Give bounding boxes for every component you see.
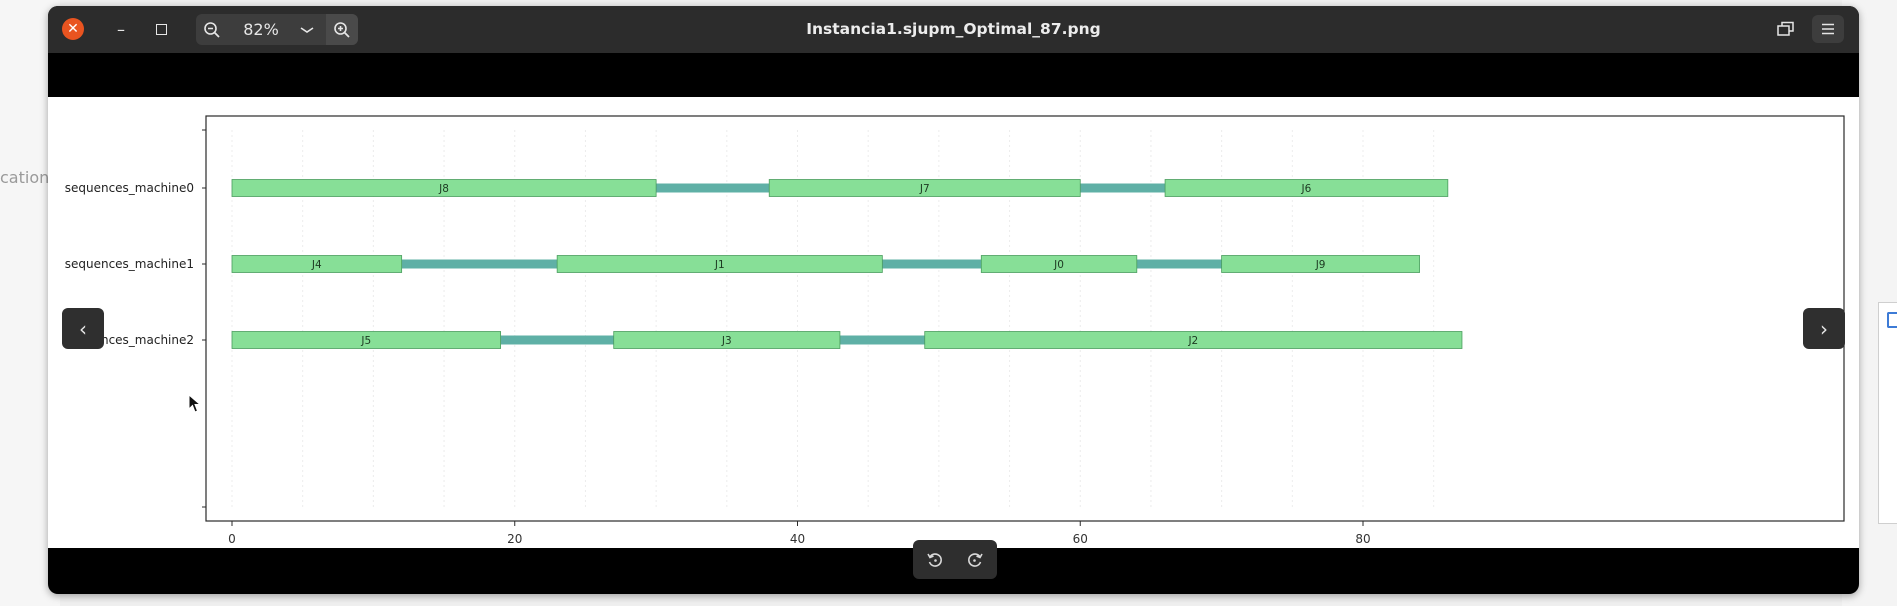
task-label: J4 <box>311 259 322 271</box>
previous-image-button[interactable]: ‹ <box>62 308 104 349</box>
hamburger-menu-icon <box>1822 23 1834 35</box>
minimize-icon: – <box>117 19 125 39</box>
mouse-cursor-icon <box>188 394 202 413</box>
image-canvas: 0 20 40 60 80 sequences_machine0 J8 J7 J6 sequenc… <box>48 97 1859 548</box>
task-label: J9 <box>1315 259 1326 271</box>
idle-gap-bar <box>500 335 614 345</box>
maximize-button[interactable] <box>146 15 176 43</box>
x-tick-label: 40 <box>790 532 805 546</box>
title-bar: Instancia1.sjupm_Optimal_87.png ✕ – 82% <box>48 6 1859 53</box>
x-tick-label: 20 <box>507 532 522 546</box>
zoom-out-button[interactable] <box>196 14 228 45</box>
zoom-in-icon <box>334 21 350 38</box>
close-icon: ✕ <box>67 21 79 37</box>
rotate-right-button[interactable] <box>957 544 993 575</box>
task-label: J7 <box>919 183 930 195</box>
window-restore-icon <box>1777 21 1794 36</box>
chevron-left-icon: ‹ <box>79 316 87 341</box>
minimize-button[interactable]: – <box>106 15 136 43</box>
x-tick-label: 60 <box>1073 532 1088 546</box>
close-button[interactable]: ✕ <box>62 18 84 40</box>
zoom-dropdown-button[interactable] <box>292 14 322 45</box>
rotate-controls <box>913 540 997 579</box>
restore-view-button[interactable] <box>1770 15 1802 43</box>
chevron-right-icon: › <box>1820 316 1828 341</box>
task-label: J8 <box>438 183 449 195</box>
task-label: J5 <box>360 335 371 347</box>
background-window-edge <box>1878 302 1897 524</box>
zoom-out-icon <box>204 21 220 38</box>
idle-gap-bar <box>1136 259 1222 269</box>
idle-gap-bar <box>656 183 770 193</box>
task-label: J3 <box>721 335 732 347</box>
task-label: J1 <box>714 259 725 271</box>
rotate-left-icon <box>927 552 942 567</box>
x-tick-label: 80 <box>1355 532 1370 546</box>
row-label: sequences_machine1 <box>65 257 194 271</box>
idle-gap-bar <box>839 335 925 345</box>
chevron-down-icon <box>300 26 314 33</box>
task-label: J0 <box>1053 259 1064 271</box>
task-label: J2 <box>1187 335 1198 347</box>
task-label: J6 <box>1301 183 1312 195</box>
main-menu-button[interactable] <box>1812 15 1844 43</box>
zoom-controls: 82% <box>196 14 358 45</box>
rotate-left-button[interactable] <box>917 544 953 575</box>
background-window-icon <box>1887 312 1897 328</box>
idle-gap-bar <box>1080 183 1166 193</box>
image-viewer-window: Instancia1.sjupm_Optimal_87.png ✕ – 82% <box>48 6 1859 594</box>
zoom-in-button[interactable] <box>326 14 358 45</box>
rotate-right-icon <box>968 552 983 567</box>
zoom-level[interactable]: 82% <box>236 14 286 45</box>
idle-gap-bar <box>401 259 558 269</box>
maximize-icon <box>155 23 167 35</box>
x-tick-label: 0 <box>228 532 236 546</box>
plot-frame <box>205 115 1845 522</box>
row-label: sequences_machine0 <box>65 181 194 195</box>
gantt-chart: 0 20 40 60 80 sequences_machine0 J8 J7 J6 sequenc… <box>65 115 1845 546</box>
next-image-button[interactable]: › <box>1803 308 1845 349</box>
idle-gap-bar <box>882 259 982 269</box>
